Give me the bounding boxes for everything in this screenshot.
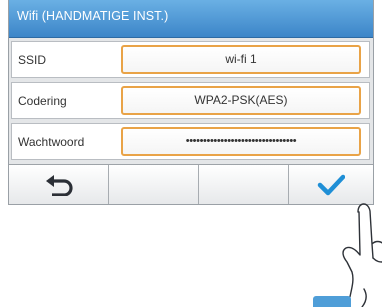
pointing-hand-icon	[342, 203, 382, 307]
device-indicator	[313, 296, 351, 307]
